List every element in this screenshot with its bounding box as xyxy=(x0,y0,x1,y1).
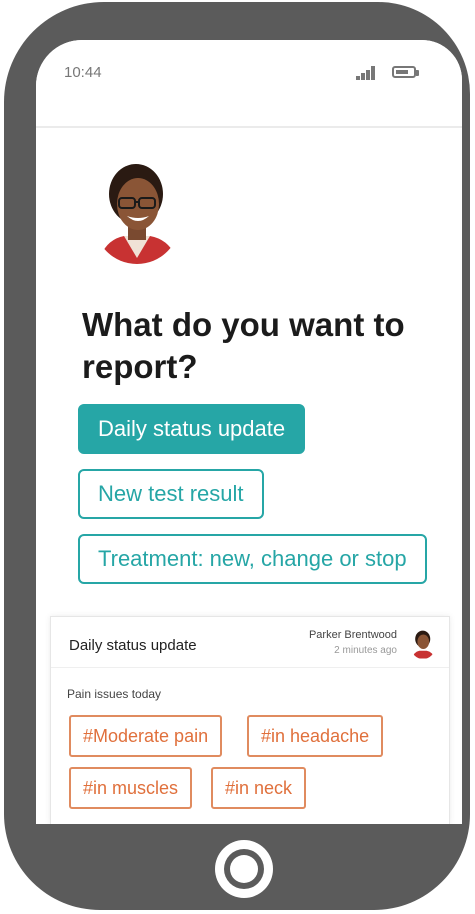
option-new-test-result[interactable]: New test result xyxy=(78,469,264,519)
option-treatment[interactable]: Treatment: new, change or stop xyxy=(78,534,427,584)
post-time: 2 minutes ago xyxy=(334,645,397,656)
phone-frame: 10:44 What do you want to report? Daily … xyxy=(4,2,470,910)
tag-muscles[interactable]: #in muscles xyxy=(69,767,193,809)
page-title: What do you want to report? xyxy=(82,306,405,385)
card-title: Daily status update xyxy=(69,637,197,654)
status-card: Daily status update Parker Brentwood 2 m… xyxy=(50,616,450,824)
phone-screen: 10:44 What do you want to report? Daily … xyxy=(36,40,462,824)
status-time: 10:44 xyxy=(64,64,102,81)
status-bar: 10:44 xyxy=(36,40,462,126)
author-avatar xyxy=(411,629,435,659)
signal-icon xyxy=(356,66,382,80)
tag-neck[interactable]: #in neck xyxy=(211,767,307,809)
author-name: Parker Brentwood xyxy=(308,629,397,641)
user-avatar xyxy=(94,160,180,264)
card-divider xyxy=(51,667,449,668)
status-divider xyxy=(36,126,462,128)
tag-moderate-pain[interactable]: #Moderate pain xyxy=(69,715,223,757)
home-button-icon[interactable] xyxy=(215,840,273,898)
section-label: Pain issues today xyxy=(67,687,162,701)
tag-headache[interactable]: #in headache xyxy=(247,715,384,757)
option-daily-status-update[interactable]: Daily status update xyxy=(78,404,306,454)
battery-icon xyxy=(392,66,419,78)
